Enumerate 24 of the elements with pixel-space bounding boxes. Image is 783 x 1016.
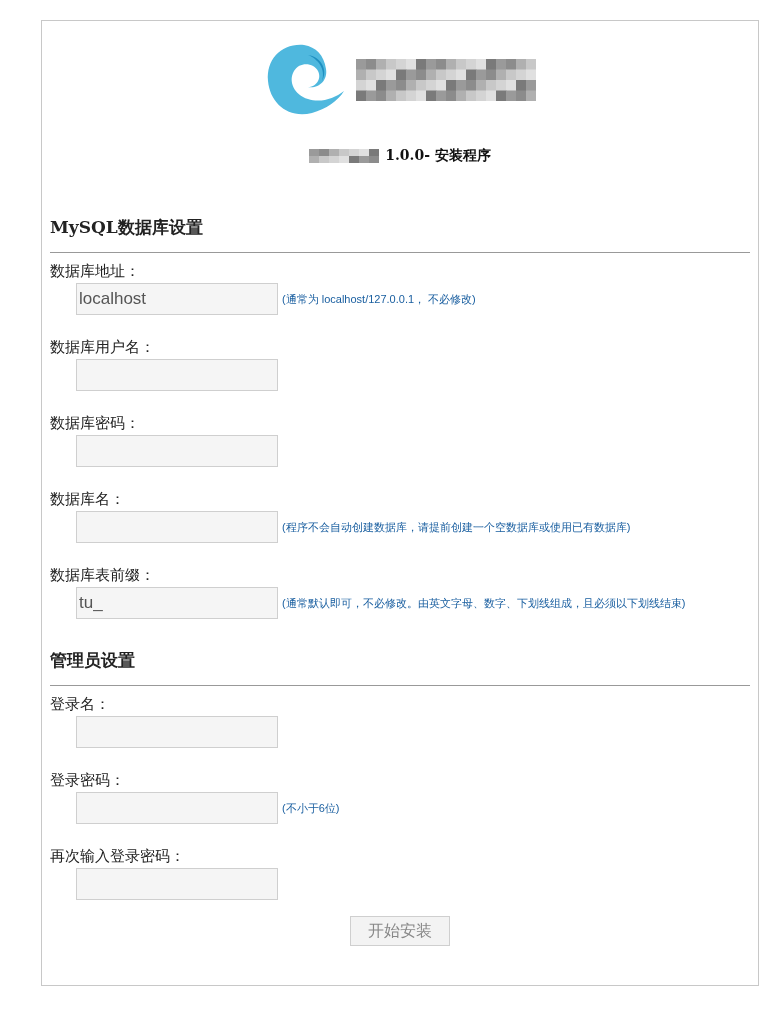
input-field[interactable] bbox=[76, 716, 278, 748]
field-hint: (程序不会自动创建数据库，请提前创建一个空数据库或使用已有数据库) bbox=[282, 519, 631, 535]
field-label: 数据库表前缀： bbox=[50, 565, 156, 585]
field-label: 数据库用户名： bbox=[50, 337, 156, 357]
field-label: 数据库地址： bbox=[50, 261, 141, 281]
input-field[interactable] bbox=[76, 435, 278, 467]
input-field[interactable]: localhost bbox=[76, 283, 278, 315]
input-field[interactable] bbox=[76, 359, 278, 391]
field-label: 数据库密码： bbox=[50, 413, 141, 433]
field-label: 数据库名： bbox=[50, 489, 126, 509]
redacted-product-name bbox=[309, 148, 380, 163]
input-field[interactable] bbox=[76, 868, 278, 900]
field-label: 再次输入登录密码： bbox=[50, 846, 186, 866]
field-label: 登录密码： bbox=[50, 770, 126, 790]
field-hint: (不小于6位) bbox=[282, 800, 340, 816]
section-heading: MySQL数据库设置 bbox=[50, 216, 204, 239]
field-hint: (通常默认即可，不必修改。由英文字母、数字、下划线组成，且必须以下划线结束) bbox=[282, 595, 686, 611]
input-field[interactable]: tu_ bbox=[76, 587, 278, 619]
installer-title: 1.0.0- 安装程序 bbox=[385, 146, 491, 165]
section-heading: 管理员设置 bbox=[50, 649, 136, 672]
field-label: 登录名： bbox=[50, 694, 111, 714]
input-field[interactable] bbox=[76, 792, 278, 824]
field-hint: (通常为 localhost/127.0.0.1， 不必修改) bbox=[282, 291, 476, 307]
input-field[interactable] bbox=[76, 511, 278, 543]
